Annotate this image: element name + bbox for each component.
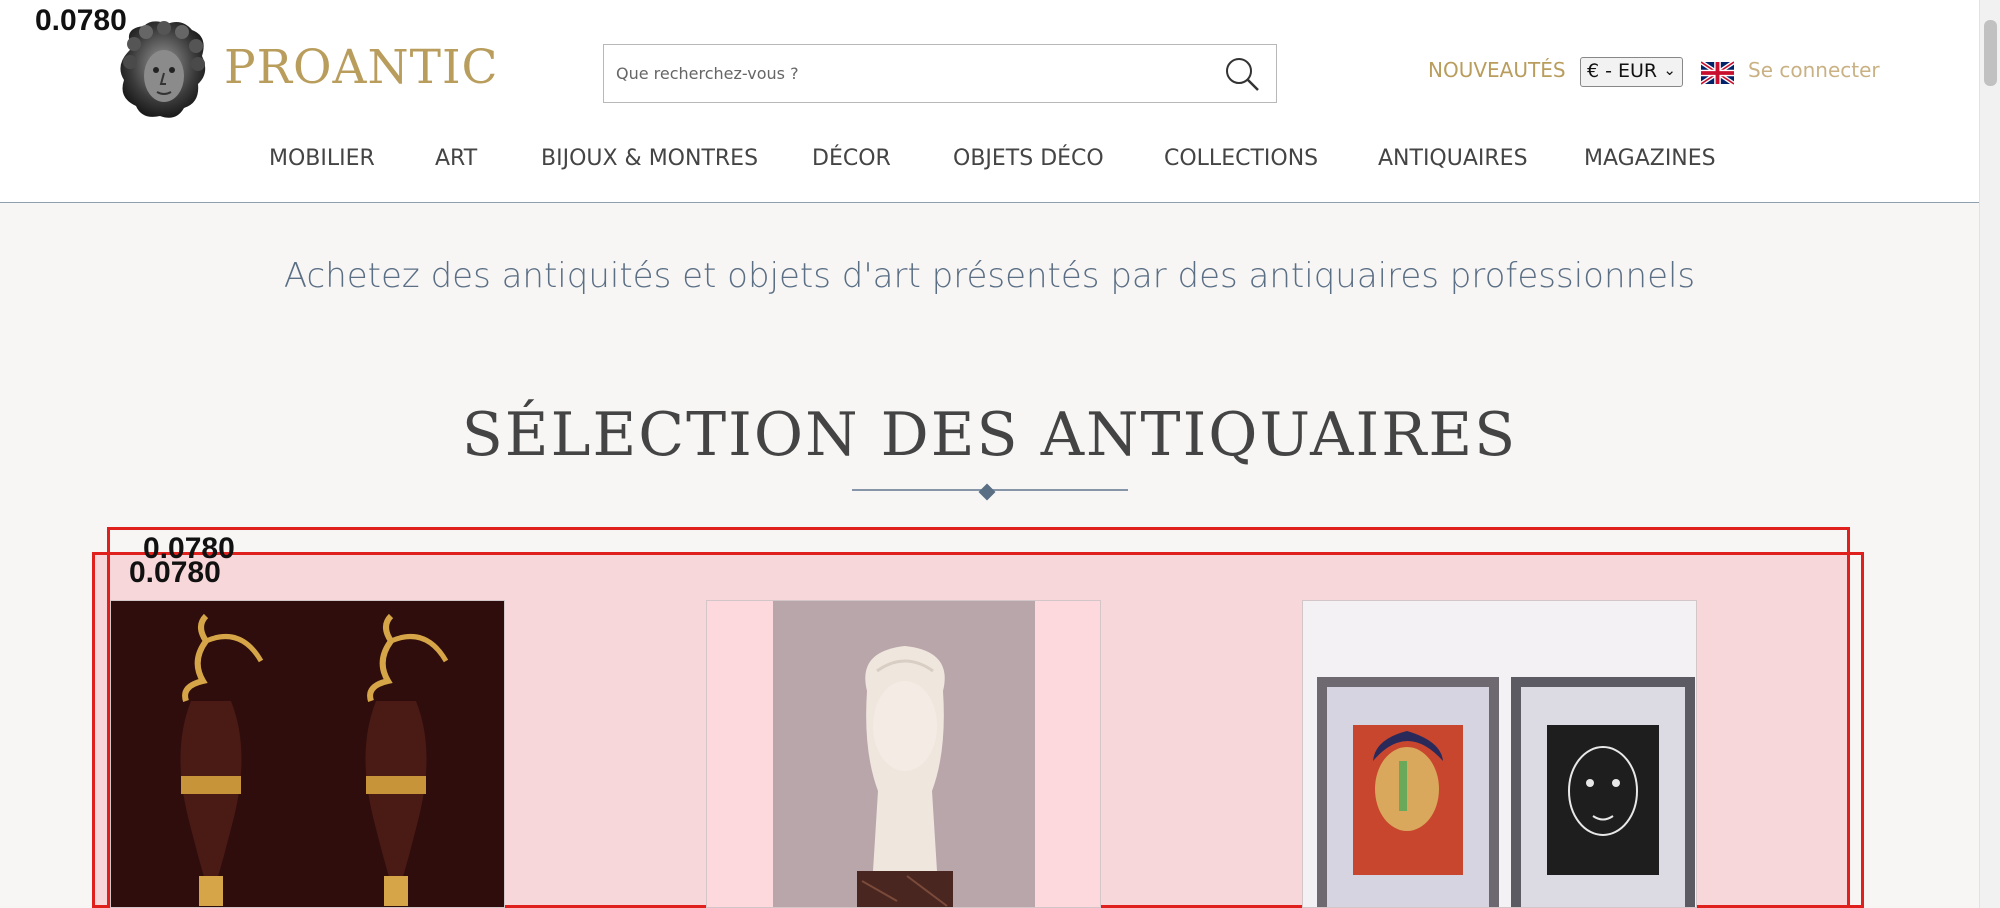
main-nav: MOBILIER ART BIJOUX & MONTRES DÉCOR OBJE… [0, 146, 1979, 182]
nav-item-art[interactable]: ART [435, 146, 477, 171]
product-card[interactable] [706, 600, 1101, 908]
overlay-score-label: 0.0780 [35, 4, 127, 37]
page-tagline: Achetez des antiquités et objets d'art p… [283, 256, 1696, 296]
chevron-down-icon: ⌄ [1663, 61, 1676, 79]
login-link[interactable]: Se connecter [1748, 58, 1880, 82]
nav-item-antiquaires[interactable]: ANTIQUAIRES [1378, 146, 1528, 171]
nouveautes-link[interactable]: NOUVEAUTÉS [1428, 58, 1566, 82]
nav-item-objets-deco[interactable]: OBJETS DÉCO [953, 146, 1104, 171]
nav-item-bijoux-montres[interactable]: BIJOUX & MONTRES [541, 146, 758, 171]
nav-item-magazines[interactable]: MAGAZINES [1584, 146, 1716, 171]
overlay-score-label: 0.0780 [129, 556, 221, 589]
section-title: SÉLECTION DES ANTIQUAIRES [461, 400, 1518, 470]
scrollbar-thumb[interactable] [1984, 20, 1997, 86]
search-input[interactable] [616, 45, 1196, 102]
marble-bust-image [707, 601, 1100, 907]
nav-item-mobilier[interactable]: MOBILIER [269, 146, 375, 171]
uk-flag-icon[interactable] [1699, 60, 1736, 86]
framed-portraits-image [1303, 601, 1696, 907]
search-icon[interactable] [1222, 54, 1262, 94]
page-scrollbar[interactable] [1979, 0, 2000, 908]
brand-name[interactable]: PROANTIC [224, 40, 499, 95]
nav-item-collections[interactable]: COLLECTIONS [1164, 146, 1318, 171]
bronze-ewers-pair-image [111, 601, 504, 907]
nav-item-decor[interactable]: DÉCOR [812, 146, 891, 171]
product-card[interactable] [1302, 600, 1697, 908]
currency-select[interactable]: € - EUR ⌄ [1580, 57, 1683, 87]
site-header: PROANTIC NOUVEAUTÉS € - EUR ⌄ Se connect… [0, 0, 1979, 203]
product-card[interactable] [110, 600, 505, 908]
search-bar [603, 44, 1277, 103]
greek-head-logo-icon[interactable] [112, 18, 212, 123]
currency-value: € - EUR [1587, 60, 1658, 82]
title-diamond-ornament [978, 483, 996, 501]
